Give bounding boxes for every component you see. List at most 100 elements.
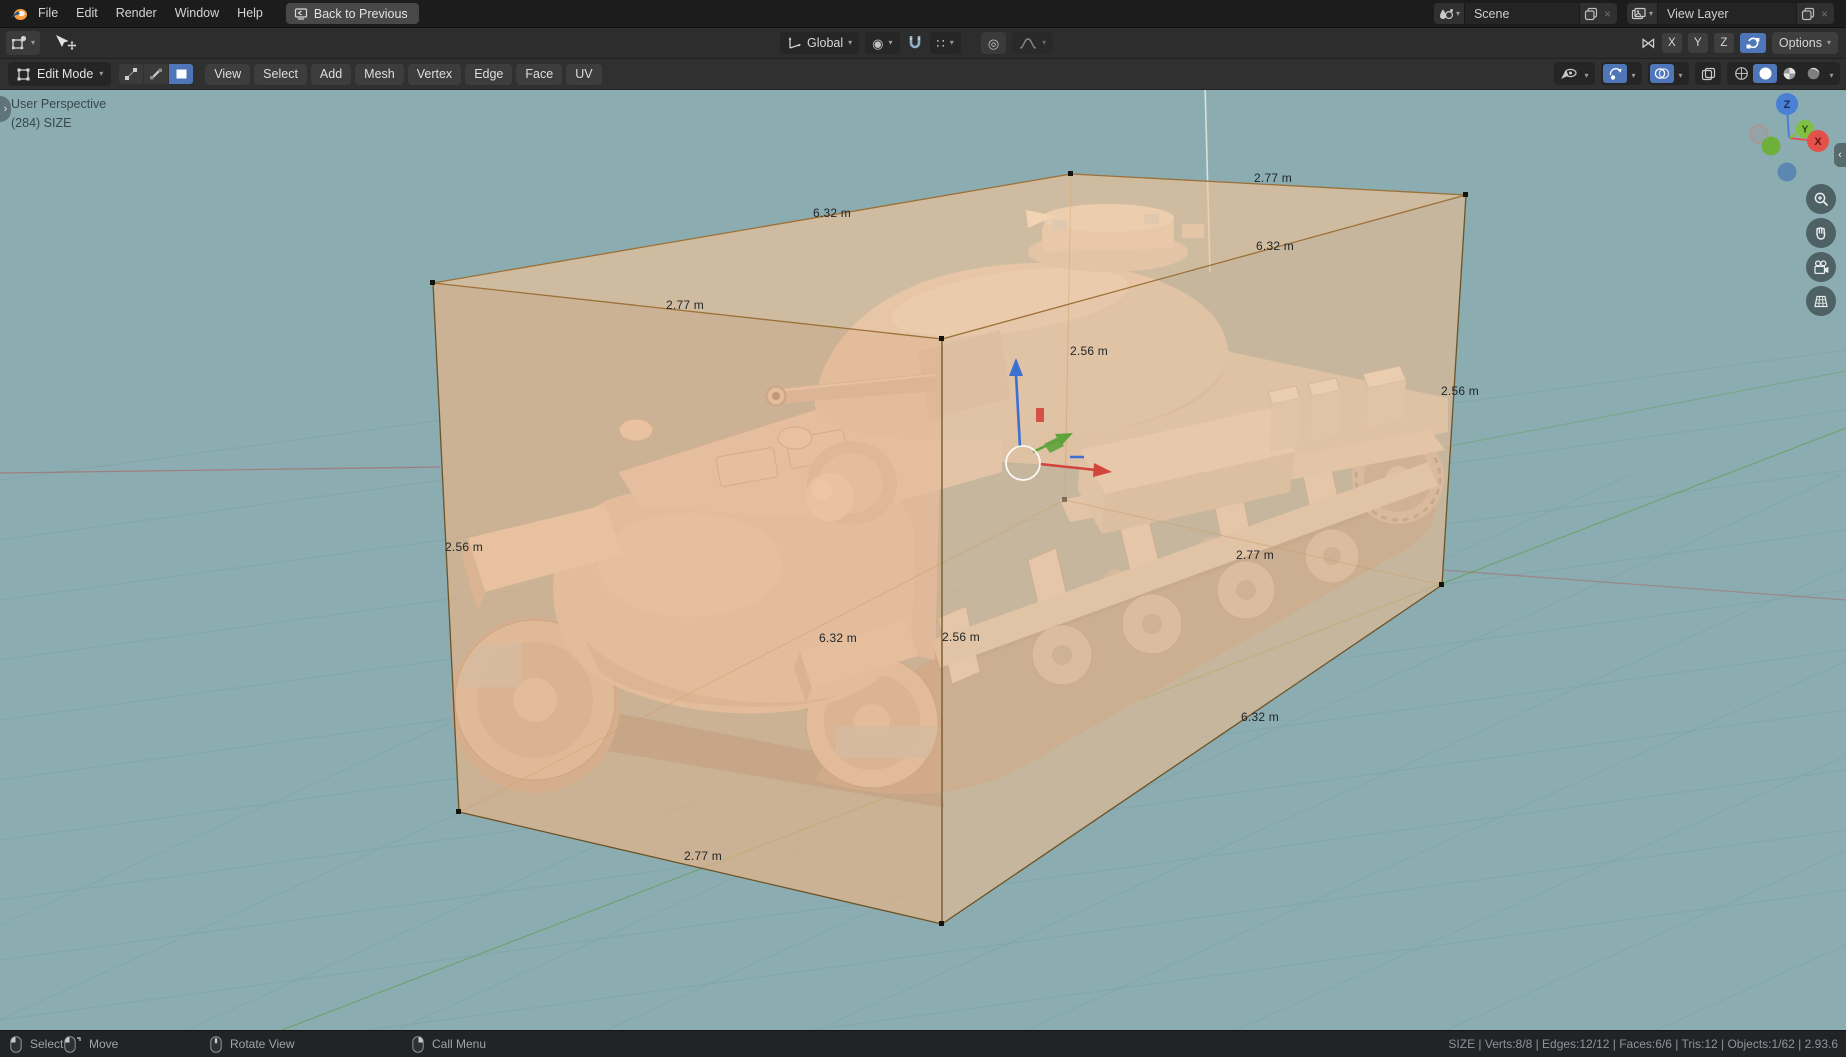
dimension-label: 2.77 m	[684, 849, 722, 863]
remove-view-layer-icon[interactable]: ×	[1819, 7, 1830, 21]
wireframe-sphere-icon	[1734, 67, 1748, 80]
dimension-label: 2.56 m	[1070, 344, 1108, 358]
back-to-previous-label: Back to Previous	[313, 6, 408, 21]
zoom-button[interactable]	[1806, 184, 1836, 214]
new-view-layer-icon[interactable]	[1801, 7, 1815, 21]
back-screen-icon	[294, 7, 307, 20]
chevron-down-icon: ▾	[888, 38, 893, 47]
menu-mesh[interactable]: Mesh	[355, 63, 404, 85]
mode-dropdown[interactable]: Edit Mode ▾	[8, 62, 112, 86]
material-preview-button[interactable]	[1777, 64, 1801, 83]
show-overlays-toggle[interactable]	[1650, 64, 1674, 83]
view-layer-browse-button[interactable]: ▾	[1626, 3, 1657, 24]
vertex-select-icon	[125, 68, 138, 80]
chevron-down-icon: ▾	[1648, 8, 1653, 18]
snap-state-icon	[1746, 37, 1760, 49]
overlays-dropdown[interactable]: ▾	[1648, 62, 1689, 85]
blender-logo-icon[interactable]	[8, 3, 29, 24]
menu-add[interactable]: Add	[310, 63, 352, 85]
dimension-label: 2.77 m	[1236, 548, 1274, 562]
solid-shading-button[interactable]	[1753, 64, 1777, 83]
menu-help[interactable]: Help	[228, 0, 272, 27]
menu-edit[interactable]: Edit	[67, 0, 107, 27]
face-select-icon	[176, 69, 187, 79]
viewport-menus: View Select Add Mesh Vertex Edge Face UV	[205, 63, 602, 85]
status-bar: Select Move Rotate View Call Menu SIZE |…	[0, 1030, 1846, 1057]
dimension-label: 2.77 m	[666, 298, 704, 312]
hint-label: Rotate View	[230, 1037, 295, 1051]
scene-browse-button[interactable]: ▾	[1433, 3, 1464, 24]
transform-orientation-dropdown[interactable]: Global ▾	[780, 32, 860, 54]
menu-edge[interactable]: Edge	[465, 63, 513, 85]
menu-select[interactable]: Select	[254, 63, 307, 85]
mouse-left-icon	[10, 1035, 22, 1053]
hint-call-menu: Call Menu	[412, 1031, 486, 1057]
options-label: Options	[1778, 36, 1822, 50]
menu-vertex[interactable]: Vertex	[407, 63, 462, 85]
proportional-editing-button[interactable]: ◎	[980, 32, 1007, 54]
chevron-down-icon: ▾	[1584, 70, 1589, 80]
falloff-curve-icon	[1019, 37, 1037, 49]
new-scene-icon[interactable]	[1584, 7, 1598, 21]
scene-name-field[interactable]: Scene	[1463, 3, 1580, 24]
menu-render[interactable]: Render	[107, 0, 166, 27]
shading-mode-group: ▾	[1727, 62, 1840, 85]
pivot-point-dropdown[interactable]: ◉ ▾	[865, 32, 900, 54]
options-dropdown[interactable]: Options ▾	[1771, 32, 1838, 54]
scene-selector: ▾ Scene ×	[1433, 3, 1617, 24]
dimension-label: 2.56 m	[1441, 384, 1479, 398]
sidebar-toggle[interactable]: ‹	[1834, 143, 1846, 167]
menu-uv[interactable]: UV	[566, 63, 602, 85]
dimension-label: 6.32 m	[1256, 239, 1294, 253]
vertex-select-button[interactable]	[119, 64, 144, 84]
active-tool-button[interactable]: ▾	[6, 31, 41, 55]
xray-toggle[interactable]	[1695, 62, 1721, 85]
hand-icon	[1816, 227, 1826, 240]
gizmos-dropdown[interactable]: ▾	[1601, 62, 1642, 85]
axis-ball-negz	[1777, 162, 1797, 182]
wireframe-shading-button[interactable]	[1729, 64, 1753, 83]
proportional-falloff-dropdown[interactable]: ▾	[1012, 32, 1054, 54]
orientation-icon	[788, 37, 801, 49]
camera-view-button[interactable]	[1806, 252, 1836, 282]
active-tool-icon	[12, 35, 27, 50]
mouse-right-icon	[412, 1035, 424, 1053]
viewport-3d-scene[interactable]	[0, 0, 1846, 1057]
rendered-shading-button[interactable]	[1801, 64, 1825, 83]
view-layer-selector: ▾ View Layer ×	[1626, 3, 1834, 24]
chevron-down-icon: ▾	[1631, 70, 1636, 80]
face-select-button[interactable]	[169, 64, 194, 84]
show-gizmo-toggle[interactable]	[1603, 64, 1627, 83]
chevron-down-icon: ▾	[31, 38, 36, 47]
axis-label-x: X	[1814, 136, 1822, 148]
object-visibility-dropdown[interactable]: ▾	[1554, 62, 1595, 85]
hint-select: Select	[10, 1031, 63, 1057]
unlink-scene-icon[interactable]: ×	[1602, 7, 1613, 21]
viewport-header: Edit Mode ▾ View Select Add Mesh Vertex …	[0, 59, 1846, 90]
transform-snap-toggle[interactable]	[1739, 33, 1766, 53]
mirror-x-toggle[interactable]: X	[1661, 33, 1682, 53]
menu-file[interactable]: File	[29, 0, 67, 27]
menu-view[interactable]: View	[205, 63, 251, 85]
edge-select-icon	[150, 68, 163, 80]
dimension-label: 2.56 m	[445, 540, 483, 554]
axis-label-z: Z	[1784, 99, 1791, 111]
view-layer-name-field[interactable]: View Layer	[1656, 3, 1797, 24]
hint-move: Move	[64, 1031, 118, 1057]
dimension-label: 2.77 m	[1254, 171, 1292, 185]
orthographic-toggle-button[interactable]	[1806, 286, 1836, 316]
solid-sphere-icon	[1759, 67, 1771, 80]
menu-face[interactable]: Face	[516, 63, 563, 85]
pan-button[interactable]	[1806, 218, 1836, 248]
tweak-move-tool-icon[interactable]	[54, 34, 77, 52]
snap-magnet-icon[interactable]	[906, 34, 924, 52]
edge-select-button[interactable]	[144, 64, 169, 84]
mirror-y-toggle[interactable]: Y	[1687, 33, 1708, 53]
mouse-middle-icon	[210, 1035, 222, 1053]
navigation-gizmo[interactable]: Y Z X	[1736, 88, 1846, 192]
hint-rotate-view: Rotate View	[210, 1031, 294, 1057]
mirror-z-toggle[interactable]: Z	[1713, 33, 1734, 53]
back-to-previous-button[interactable]: Back to Previous	[285, 3, 419, 24]
snap-target-dropdown[interactable]: ∷ ▾	[929, 32, 961, 54]
menu-window[interactable]: Window	[166, 0, 228, 27]
